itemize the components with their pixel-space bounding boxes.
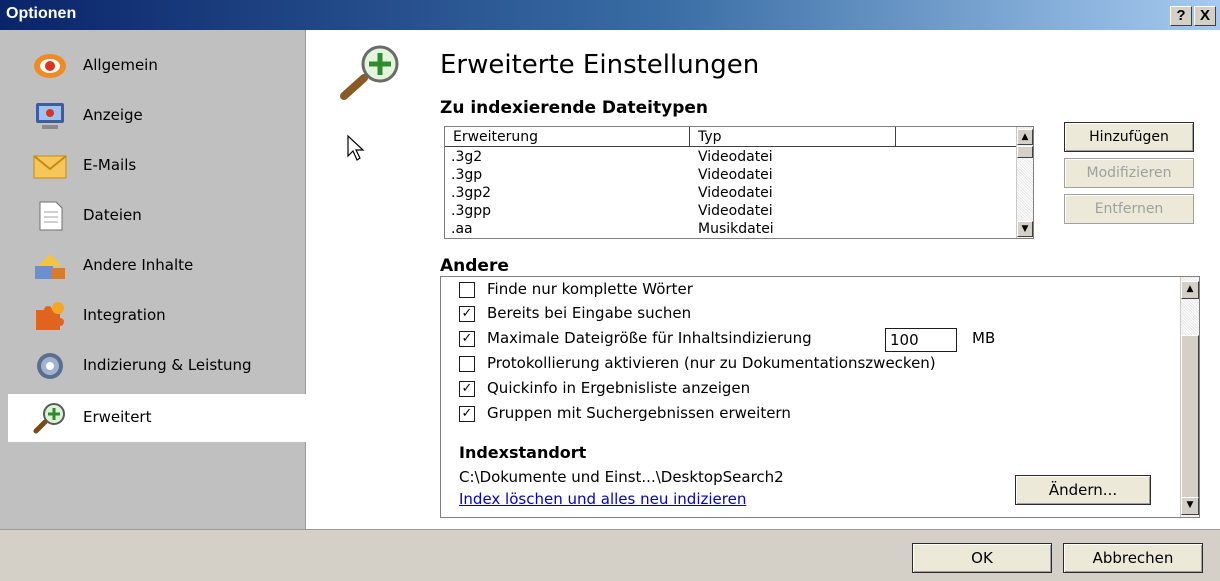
- cell-type: Musikdatei: [698, 221, 774, 237]
- modify-button[interactable]: Modifizieren: [1064, 158, 1194, 188]
- column-header-type[interactable]: Typ: [690, 127, 896, 147]
- table-row[interactable]: .aa Musikdatei: [445, 220, 1019, 238]
- gear-icon: [37, 353, 63, 379]
- sidebar-item-integration[interactable]: Integration: [0, 292, 306, 340]
- remove-button[interactable]: Entfernen: [1064, 194, 1194, 224]
- general-icon: [34, 54, 66, 78]
- table-row[interactable]: .3gp2 Videodatei: [445, 184, 1019, 203]
- ok-button[interactable]: OK: [912, 543, 1052, 573]
- options-scrollbar[interactable]: ▲ ▼: [1180, 277, 1199, 517]
- cancel-button[interactable]: Abbrechen: [1063, 543, 1203, 573]
- scroll-thumb[interactable]: [1181, 335, 1199, 499]
- sidebar-item-label: Anzeige: [83, 106, 143, 124]
- sidebar-item-general[interactable]: Allgemein: [0, 42, 306, 90]
- scroll-thumb[interactable]: [1017, 146, 1033, 158]
- table-row[interactable]: .3g2 Videodatei: [445, 148, 1019, 167]
- option-max-size[interactable]: ✓ Maximale Dateigröße für Inhaltsindizie…: [459, 327, 1059, 352]
- table-row[interactable]: .3gp Videodatei: [445, 166, 1019, 185]
- option-label: Finde nur komplette Wörter: [487, 280, 693, 298]
- scroll-up-icon[interactable]: ▲: [1017, 129, 1033, 145]
- option-label: Quickinfo in Ergebnisliste anzeigen: [487, 379, 751, 397]
- cell-type: Videodatei: [698, 167, 773, 183]
- option-label: Maximale Dateigröße für Inhaltsindizieru…: [487, 329, 812, 347]
- magnifier-plus-icon: [340, 45, 399, 100]
- filetypes-list[interactable]: Erweiterung Typ .3g2 Videodatei .3gp Vid…: [444, 126, 1034, 239]
- title-bar: Optionen ? X: [0, 0, 1220, 30]
- help-button[interactable]: ?: [1170, 6, 1192, 26]
- option-label: Protokollierung aktivieren (nur zu Dokum…: [487, 354, 936, 372]
- checkbox-whole-words[interactable]: [459, 282, 475, 298]
- cell-extension: .3gpp: [451, 203, 492, 219]
- cell-extension: .3g2: [451, 149, 483, 165]
- mouse-cursor-icon: [347, 134, 365, 161]
- sidebar-item-label: Andere Inhalte: [83, 256, 194, 274]
- checkbox-quickinfo[interactable]: ✓: [459, 381, 475, 397]
- checkbox-max-size[interactable]: ✓: [459, 331, 475, 347]
- page-title: Erweiterte Einstellungen: [440, 50, 760, 80]
- other-options-panel: Finde nur komplette Wörter ✓ Bereits bei…: [440, 276, 1200, 518]
- scroll-down-icon[interactable]: ▼: [1181, 497, 1199, 515]
- sidebar-item-indexing[interactable]: Indizierung & Leistung: [0, 342, 306, 390]
- mail-icon: [33, 155, 67, 179]
- scroll-down-icon[interactable]: ▼: [1017, 221, 1033, 237]
- reindex-link[interactable]: Index löschen und alles neu indizieren: [459, 490, 746, 508]
- checkbox-logging[interactable]: [459, 356, 475, 372]
- list-scrollbar[interactable]: ▲ ▼: [1016, 127, 1033, 238]
- change-button[interactable]: Ändern...: [1015, 475, 1151, 505]
- column-header-extra[interactable]: [896, 127, 1019, 147]
- max-size-input[interactable]: 100: [885, 328, 957, 352]
- magnifier-plus-icon: [33, 403, 65, 434]
- sidebar-item-mails[interactable]: E-Mails: [0, 142, 306, 190]
- cell-extension: .3gp2: [451, 185, 492, 201]
- sidebar-item-label: Allgemein: [83, 56, 158, 74]
- table-row[interactable]: .3gpp Videodatei: [445, 202, 1019, 221]
- sidebar-item-advanced[interactable]: Erweitert: [8, 394, 306, 442]
- puzzle-icon: [36, 302, 64, 330]
- option-label: Bereits bei Eingabe suchen: [487, 304, 692, 322]
- close-button[interactable]: X: [1194, 6, 1216, 26]
- scroll-up-icon[interactable]: ▲: [1181, 281, 1199, 299]
- sidebar-item-display[interactable]: Anzeige: [0, 92, 306, 140]
- main-panel: Erweiterte Einstellungen Zu indexierende…: [306, 30, 1220, 529]
- file-icon: [39, 201, 63, 231]
- index-location-path: C:\Dokumente und Einst...\DesktopSearch2: [459, 468, 784, 486]
- window-title: Optionen: [6, 5, 77, 22]
- list-header: Erweiterung Typ: [445, 127, 1019, 147]
- add-button[interactable]: Hinzufügen: [1064, 122, 1194, 152]
- checkbox-search-as-type[interactable]: ✓: [459, 306, 475, 322]
- sidebar-item-other-content[interactable]: Andere Inhalte: [0, 242, 306, 290]
- other-title: Andere: [440, 256, 509, 276]
- other-content-icon: [35, 254, 65, 279]
- option-label: Gruppen mit Suchergebnissen erweitern: [487, 404, 791, 422]
- filetypes-title: Zu indexierende Dateitypen: [440, 98, 709, 118]
- column-header-extension[interactable]: Erweiterung: [445, 127, 690, 147]
- max-size-unit: MB: [972, 329, 996, 347]
- display-icon: [36, 103, 64, 129]
- cell-type: Videodatei: [698, 185, 773, 201]
- sidebar-item-label: Integration: [83, 306, 166, 324]
- sidebar-item-label: Dateien: [83, 206, 142, 224]
- footer-bar: OK Abbrechen: [0, 529, 1220, 581]
- sidebar-item-label: E-Mails: [83, 156, 137, 174]
- cell-type: Videodatei: [698, 203, 773, 219]
- sidebar: Allgemein Anzeige E-Mails Dateien Andere…: [0, 30, 306, 529]
- sidebar-item-files[interactable]: Dateien: [0, 192, 306, 240]
- sidebar-item-label: Erweitert: [83, 408, 152, 426]
- checkbox-expand-groups[interactable]: ✓: [459, 406, 475, 422]
- cell-extension: .aa: [451, 221, 473, 237]
- sidebar-item-label: Indizierung & Leistung: [83, 356, 252, 374]
- cell-type: Videodatei: [698, 149, 773, 165]
- cell-extension: .3gp: [451, 167, 483, 183]
- index-location-title: Indexstandort: [459, 443, 587, 462]
